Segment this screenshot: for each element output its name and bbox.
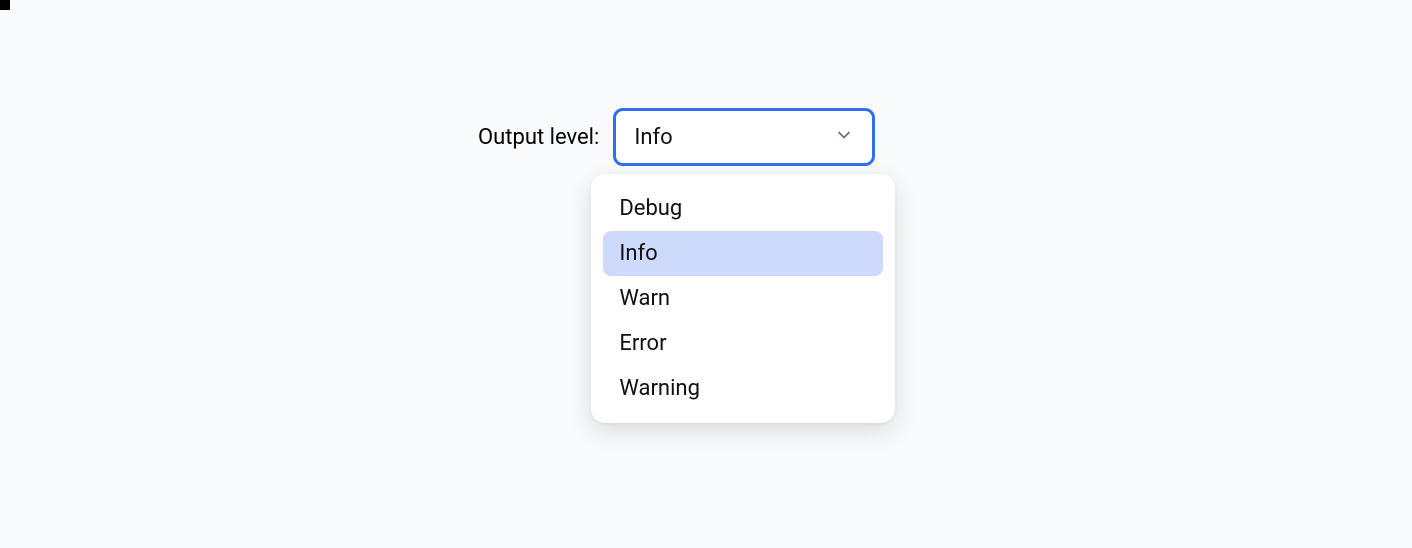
output-level-field: Output level: Info Debug Info Warn Error… — [478, 108, 875, 166]
option-warning[interactable]: Warning — [603, 366, 883, 411]
output-level-select-wrap: Info Debug Info Warn Error Warning — [613, 108, 875, 166]
output-level-select[interactable]: Info — [613, 108, 875, 166]
option-debug[interactable]: Debug — [603, 186, 883, 231]
option-warn[interactable]: Warn — [603, 276, 883, 321]
output-level-dropdown: Debug Info Warn Error Warning — [591, 174, 895, 423]
option-error[interactable]: Error — [603, 321, 883, 366]
output-level-label: Output level: — [478, 125, 599, 150]
output-level-selected-value: Info — [634, 125, 672, 150]
chevron-down-icon — [834, 125, 854, 149]
corner-marker — [0, 0, 10, 10]
option-info[interactable]: Info — [603, 231, 883, 276]
